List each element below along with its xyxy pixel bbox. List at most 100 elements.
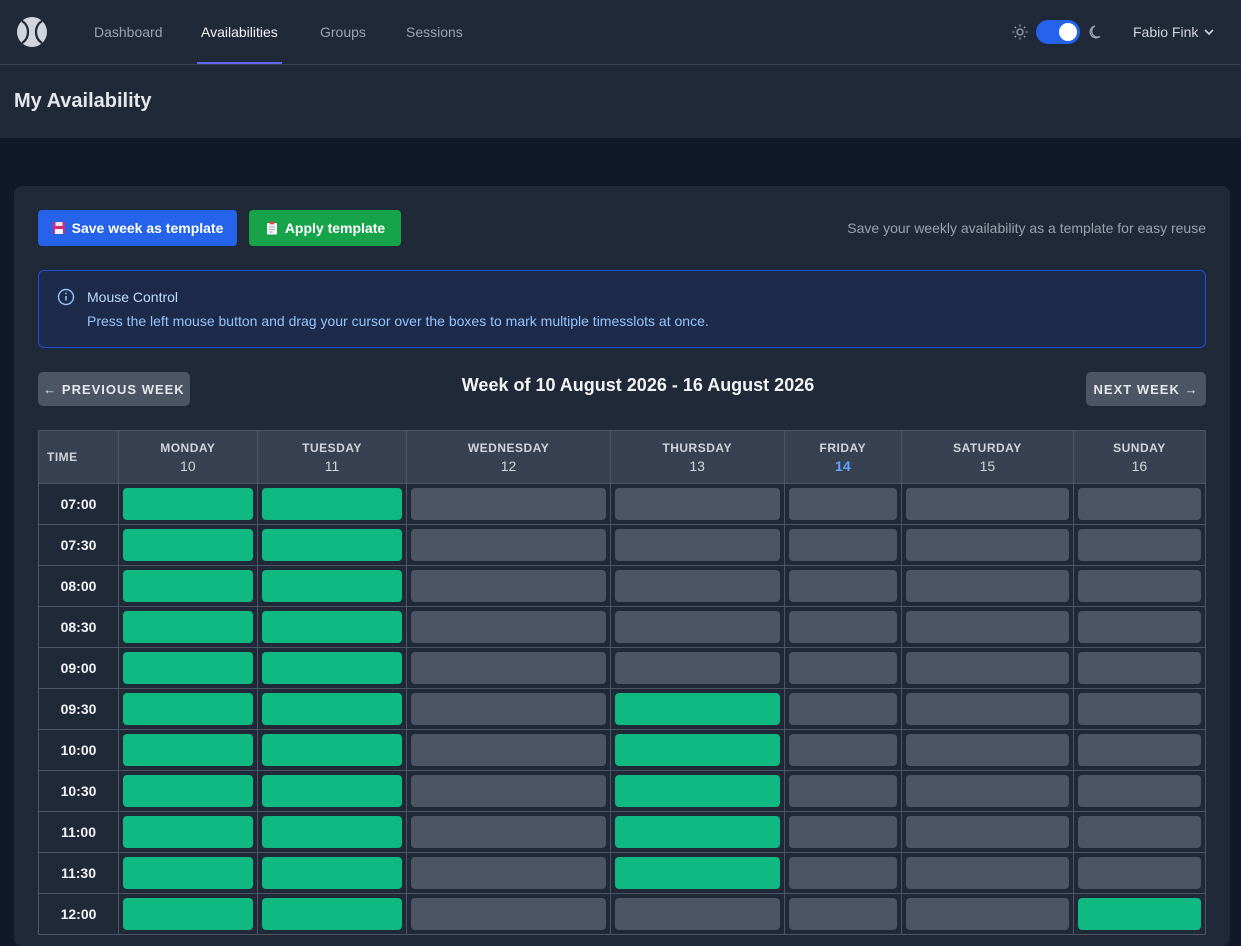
timeslot-box-tuesday-0730[interactable] — [261, 529, 403, 561]
slot-cell — [901, 893, 1074, 935]
timeslot-box-monday-0700[interactable] — [123, 488, 253, 520]
timeslot-box-monday-0930[interactable] — [123, 693, 253, 725]
timeslot-box-monday-1100[interactable] — [123, 816, 253, 848]
timeslot-box-thursday-1100[interactable] — [614, 816, 780, 848]
timeslot-box-sunday-1200[interactable] — [1077, 898, 1201, 930]
timeslot-box-wednesday-1130[interactable] — [411, 857, 606, 889]
timeslot-box-monday-0800[interactable] — [123, 570, 253, 602]
nav-link-sessions[interactable]: Sessions — [406, 0, 463, 64]
timeslot-box-wednesday-0730[interactable] — [411, 529, 606, 561]
timeslot-box-wednesday-1000[interactable] — [411, 734, 606, 766]
user-menu[interactable]: Fabio Fink — [1133, 0, 1198, 64]
timeslot-box-saturday-1130[interactable] — [906, 857, 1069, 889]
nav-link-availabilities[interactable]: Availabilities — [197, 0, 282, 64]
timeslot-box-thursday-1030[interactable] — [614, 775, 780, 807]
timeslot-box-friday-1130[interactable] — [788, 857, 897, 889]
apply-template-button[interactable]: Apply template — [249, 210, 401, 246]
dark-mode-toggle[interactable] — [1036, 20, 1080, 44]
timeslot-box-thursday-1130[interactable] — [614, 857, 780, 889]
timeslot-box-tuesday-1200[interactable] — [261, 898, 403, 930]
timeslot-box-tuesday-1000[interactable] — [261, 734, 403, 766]
timeslot-box-tuesday-0830[interactable] — [261, 611, 403, 643]
timeslot-box-saturday-0830[interactable] — [906, 611, 1069, 643]
timeslot-box-wednesday-1100[interactable] — [411, 816, 606, 848]
slot-cell — [1072, 688, 1207, 730]
timeslot-box-thursday-1200[interactable] — [614, 898, 780, 930]
timeslot-box-friday-1200[interactable] — [788, 898, 897, 930]
timeslot-box-thursday-0930[interactable] — [614, 693, 780, 725]
timeslot-box-sunday-0700[interactable] — [1077, 488, 1201, 520]
timeslot-box-monday-0830[interactable] — [123, 611, 253, 643]
day-name: THURSDAY — [662, 440, 732, 455]
timeslot-box-friday-0700[interactable] — [788, 488, 897, 520]
slot-cell — [901, 852, 1074, 894]
timeslot-box-friday-0930[interactable] — [788, 693, 897, 725]
timeslot-box-wednesday-1030[interactable] — [411, 775, 606, 807]
timeslot-box-sunday-1130[interactable] — [1077, 857, 1201, 889]
timeslot-box-tuesday-1130[interactable] — [261, 857, 403, 889]
nav-link-groups[interactable]: Groups — [320, 0, 366, 64]
timeslot-box-sunday-1100[interactable] — [1077, 816, 1201, 848]
slot-cell — [783, 606, 903, 648]
timeslot-box-saturday-1000[interactable] — [906, 734, 1069, 766]
timeslot-box-friday-1000[interactable] — [788, 734, 897, 766]
timeslot-box-wednesday-0930[interactable] — [411, 693, 606, 725]
timeslot-box-saturday-1100[interactable] — [906, 816, 1069, 848]
timeslot-box-monday-1200[interactable] — [123, 898, 253, 930]
timeslot-box-thursday-0800[interactable] — [614, 570, 780, 602]
timeslot-box-saturday-0900[interactable] — [906, 652, 1069, 684]
timeslot-box-sunday-1030[interactable] — [1077, 775, 1201, 807]
sun-icon — [1012, 24, 1028, 40]
timeslot-box-thursday-0900[interactable] — [614, 652, 780, 684]
timeslot-box-wednesday-0800[interactable] — [411, 570, 606, 602]
timeslot-box-saturday-0700[interactable] — [906, 488, 1069, 520]
timeslot-box-friday-1100[interactable] — [788, 816, 897, 848]
timeslot-box-thursday-1000[interactable] — [614, 734, 780, 766]
next-week-button[interactable]: NEXT WEEK → — [1086, 372, 1206, 406]
timeslot-box-friday-0900[interactable] — [788, 652, 897, 684]
chevron-down-icon[interactable] — [1204, 28, 1214, 36]
timeslot-box-monday-0900[interactable] — [123, 652, 253, 684]
timeslot-box-sunday-0900[interactable] — [1077, 652, 1201, 684]
timeslot-box-monday-1000[interactable] — [123, 734, 253, 766]
timeslot-box-tuesday-1100[interactable] — [261, 816, 403, 848]
timeslot-box-tuesday-1030[interactable] — [261, 775, 403, 807]
nav-link-dashboard[interactable]: Dashboard — [94, 0, 163, 64]
timeslot-box-saturday-0800[interactable] — [906, 570, 1069, 602]
timeslot-box-saturday-0930[interactable] — [906, 693, 1069, 725]
timeslot-box-sunday-1000[interactable] — [1077, 734, 1201, 766]
slot-cell — [901, 811, 1074, 853]
timeslot-box-wednesday-0700[interactable] — [411, 488, 606, 520]
save-week-as-template-button[interactable]: Save week as template — [38, 210, 237, 246]
timeslot-box-friday-0730[interactable] — [788, 529, 897, 561]
timeslot-box-monday-1130[interactable] — [123, 857, 253, 889]
timeslot-box-monday-0730[interactable] — [123, 529, 253, 561]
timeslot-box-tuesday-0800[interactable] — [261, 570, 403, 602]
day-header-thursday: THURSDAY 13 — [609, 430, 785, 484]
timeslot-box-thursday-0730[interactable] — [614, 529, 780, 561]
slot-cell — [609, 483, 785, 525]
time-label: 11:30 — [38, 852, 119, 894]
timeslot-box-sunday-0830[interactable] — [1077, 611, 1201, 643]
time-row: 10:30 — [38, 770, 1207, 812]
timeslot-box-saturday-1030[interactable] — [906, 775, 1069, 807]
timeslot-box-thursday-0700[interactable] — [614, 488, 780, 520]
timeslot-box-sunday-0930[interactable] — [1077, 693, 1201, 725]
timeslot-box-saturday-0730[interactable] — [906, 529, 1069, 561]
timeslot-box-friday-0830[interactable] — [788, 611, 897, 643]
timeslot-box-saturday-1200[interactable] — [906, 898, 1069, 930]
timeslot-box-sunday-0730[interactable] — [1077, 529, 1201, 561]
timeslot-box-tuesday-0930[interactable] — [261, 693, 403, 725]
previous-week-button[interactable]: ← PREVIOUS WEEK — [38, 372, 190, 406]
timeslot-box-friday-0800[interactable] — [788, 570, 897, 602]
timeslot-box-friday-1030[interactable] — [788, 775, 897, 807]
timeslot-box-wednesday-0830[interactable] — [411, 611, 606, 643]
timeslot-box-monday-1030[interactable] — [123, 775, 253, 807]
timeslot-box-wednesday-1200[interactable] — [411, 898, 606, 930]
timeslot-box-wednesday-0900[interactable] — [411, 652, 606, 684]
timeslot-box-tuesday-0700[interactable] — [261, 488, 403, 520]
timeslot-box-sunday-0800[interactable] — [1077, 570, 1201, 602]
timeslot-box-thursday-0830[interactable] — [614, 611, 780, 643]
tennis-ball-logo-icon[interactable] — [16, 16, 48, 48]
timeslot-box-tuesday-0900[interactable] — [261, 652, 403, 684]
